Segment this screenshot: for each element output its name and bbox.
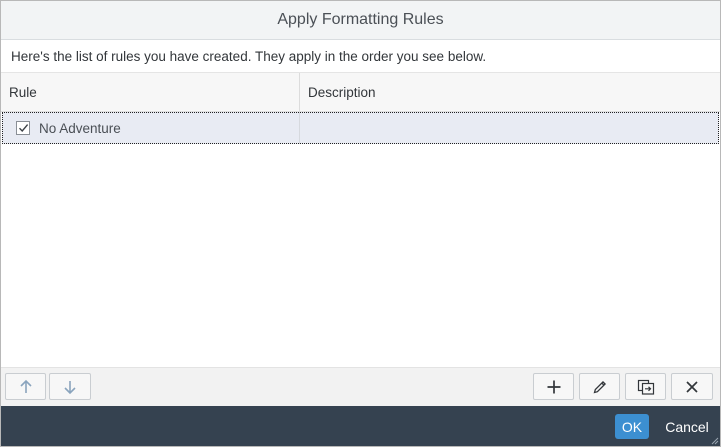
dialog-title-bar: Apply Formatting Rules <box>1 1 720 40</box>
plus-icon <box>547 380 560 393</box>
dialog-intro: Here's the list of rules you have create… <box>1 40 720 73</box>
rules-toolbar <box>1 367 720 406</box>
intro-text: Here's the list of rules you have create… <box>11 48 487 64</box>
column-header-rule[interactable]: Rule <box>1 73 300 111</box>
move-up-button[interactable] <box>5 373 46 400</box>
arrow-down-icon <box>64 380 76 394</box>
add-rule-button[interactable] <box>533 373 574 400</box>
rule-name: No Adventure <box>39 120 121 136</box>
edit-rule-button[interactable] <box>579 373 620 400</box>
checkmark-icon <box>18 124 28 133</box>
pencil-icon <box>593 380 606 393</box>
duplicate-icon <box>637 379 654 395</box>
rule-enabled-checkbox[interactable] <box>16 121 30 135</box>
copy-rule-button[interactable] <box>625 373 666 400</box>
column-header-description[interactable]: Description <box>300 73 720 111</box>
table-empty-area <box>1 144 720 365</box>
rule-cell: No Adventure <box>2 112 300 144</box>
move-down-button[interactable] <box>49 373 91 400</box>
arrow-up-icon <box>19 379 32 393</box>
ok-button[interactable]: OK <box>615 414 649 439</box>
rules-table: Rule Description No Adventure <box>1 73 720 365</box>
delete-rule-button[interactable] <box>671 373 713 400</box>
apply-formatting-rules-dialog: Apply Formatting Rules Here's the list o… <box>0 0 721 447</box>
table-header: Rule Description <box>1 73 720 112</box>
resize-grip-icon[interactable] <box>711 437 719 445</box>
dialog-title: Apply Formatting Rules <box>277 11 444 28</box>
close-icon <box>686 380 698 393</box>
dialog-footer: OK Cancel <box>1 406 720 446</box>
description-cell <box>300 112 719 144</box>
table-row[interactable]: No Adventure <box>2 112 719 144</box>
cancel-button[interactable]: Cancel <box>661 414 713 439</box>
